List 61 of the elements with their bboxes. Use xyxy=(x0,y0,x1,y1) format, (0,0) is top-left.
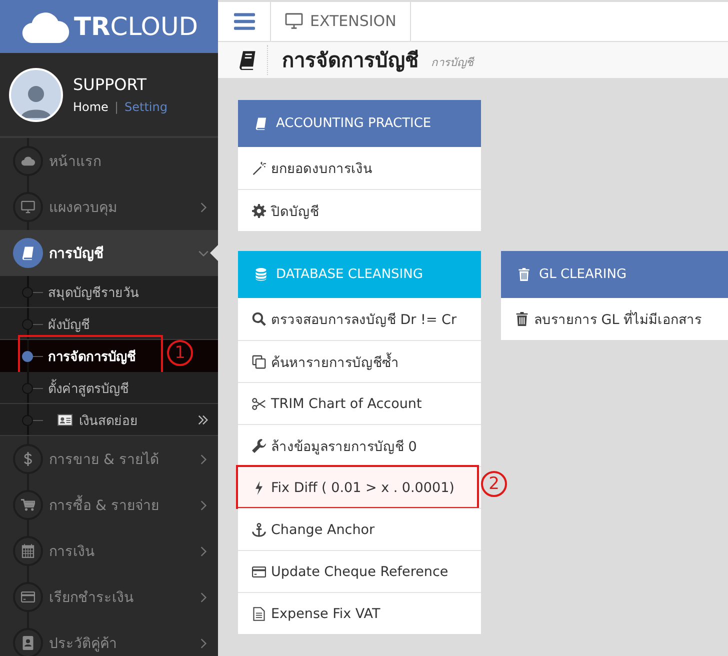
cart-icon xyxy=(13,490,43,520)
anchor-icon xyxy=(252,522,266,536)
id-card-icon xyxy=(57,414,73,426)
dot-icon xyxy=(22,350,33,362)
scissors-icon xyxy=(252,396,266,410)
submenu-item[interactable]: เงินสดย่อย xyxy=(0,404,218,436)
panel-title: GL CLEARING xyxy=(539,267,627,282)
profile-link[interactable]: Home xyxy=(73,100,108,114)
copy-icon xyxy=(252,354,266,368)
panel-menu-item[interactable]: Fix Diff ( 0.01 > x . 0.0001) xyxy=(238,466,481,508)
double-chevron-icon xyxy=(198,415,208,425)
credit-card-icon xyxy=(252,564,266,578)
dollar-icon xyxy=(13,444,43,474)
calendar-icon xyxy=(13,536,43,566)
link-separator: | xyxy=(114,100,118,114)
page-subtitle: การบัญชี xyxy=(431,54,473,71)
panel-menu-item[interactable]: ยกยอดงบการเงิน xyxy=(238,147,481,189)
dot-icon xyxy=(22,414,33,426)
profile-link[interactable]: Setting xyxy=(124,100,168,114)
menu-icon xyxy=(234,12,254,30)
submenu-item[interactable]: ตั้งค่าสูตรบัญชี xyxy=(0,372,218,404)
panel-menu-item[interactable]: Expense Fix VAT xyxy=(238,592,481,634)
dot-icon xyxy=(22,318,33,330)
logo-text: TRCLOUD xyxy=(74,12,198,41)
cloud-icon xyxy=(20,10,70,42)
trash-icon xyxy=(518,268,530,281)
book-icon xyxy=(13,238,43,268)
search-icon xyxy=(252,312,266,326)
annotation-marker: 1 xyxy=(167,340,193,366)
panel-title: DATABASE CLEANSING xyxy=(276,267,423,282)
panel-menu-item[interactable]: Change Anchor xyxy=(238,508,481,550)
panel-menu-item[interactable]: ล้างข้อมูลรายการบัญชี 0 xyxy=(238,424,481,466)
submenu-item[interactable]: สมุดบัญชีรายวัน xyxy=(0,276,218,308)
panel-title: ACCOUNTING PRACTICE xyxy=(276,116,432,131)
submenu-item[interactable]: ผังบัญชี xyxy=(0,308,218,340)
trash-icon xyxy=(515,312,529,326)
extension-tab[interactable]: EXTENSION xyxy=(271,2,412,41)
page-title: การจัดการบัญชี xyxy=(282,46,419,74)
wrench-icon xyxy=(252,438,266,452)
panel-menu-item[interactable]: ลบรายการ GL ที่ไม่มีเอกสาร xyxy=(501,298,728,340)
cloud-icon xyxy=(13,146,43,176)
panel-menu-item[interactable]: ปิดบัญชี xyxy=(238,189,481,231)
dot-icon xyxy=(22,382,33,394)
panel-menu-item[interactable]: Update Cheque Reference xyxy=(238,550,481,592)
panel-menu-item[interactable]: TRIM Chart of Account xyxy=(238,382,481,424)
annotation-marker: 2 xyxy=(481,471,507,497)
database-icon xyxy=(255,268,267,281)
monitor-icon xyxy=(285,13,303,30)
user-name: SUPPORT xyxy=(73,75,148,94)
contact-card-icon xyxy=(13,628,43,656)
magic-wand-icon xyxy=(252,161,266,175)
panel-menu-item[interactable]: ค้นหารายการบัญชีซ้ำ xyxy=(238,340,481,382)
credit-card-icon xyxy=(13,582,43,612)
book-icon xyxy=(255,117,267,130)
panel-menu-item[interactable]: ตรวจสอบการลงบัญชี Dr != Cr xyxy=(238,298,481,340)
monitor-icon xyxy=(13,192,43,222)
sidebar-item[interactable]: การบัญชี xyxy=(0,230,218,276)
dot-icon xyxy=(22,286,33,298)
book-icon xyxy=(238,50,257,70)
document-icon xyxy=(252,606,266,620)
gear-icon xyxy=(252,204,266,218)
